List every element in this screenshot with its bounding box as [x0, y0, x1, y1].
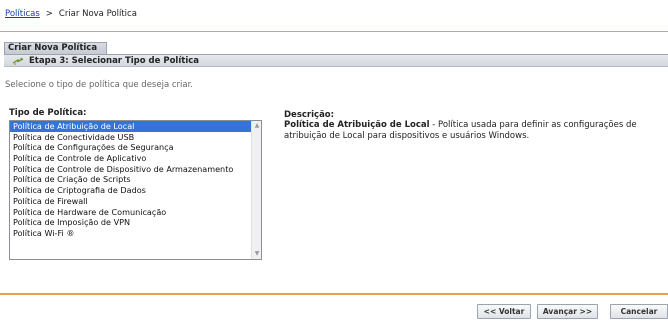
footer-divider: [0, 293, 668, 295]
step-header: Etapa 3: Selecionar Tipo de Política: [4, 54, 668, 67]
policy-type-option[interactable]: Política de Configurações de Segurança: [10, 142, 261, 153]
policy-type-option[interactable]: Política de Hardware de Comunicação: [10, 207, 261, 218]
title-divider: [0, 31, 668, 32]
policy-type-option[interactable]: Política de Criação de Scripts: [10, 174, 261, 185]
policy-type-option[interactable]: Política de Conectividade USB: [10, 132, 261, 143]
listbox-scrollbar[interactable]: ▲ ▼: [251, 121, 261, 259]
breadcrumb-link-policies[interactable]: Políticas: [5, 9, 40, 19]
policy-type-option[interactable]: Política de Imposição de VPN: [10, 217, 261, 228]
breadcrumb: Políticas > Criar Nova Política: [5, 9, 137, 19]
policy-type-option[interactable]: Política de Atribuição de Local: [10, 121, 261, 132]
description-policy-name: Política de Atribuição de Local: [284, 120, 430, 130]
breadcrumb-separator: >: [45, 9, 53, 19]
instruction-text: Selecione o tipo de política que deseja …: [5, 80, 194, 90]
scroll-up-icon[interactable]: ▲: [252, 121, 261, 131]
policy-type-option[interactable]: Política Wi-Fi ®: [10, 228, 261, 239]
step-title: Etapa 3: Selecionar Tipo de Política: [29, 56, 200, 66]
policy-type-option[interactable]: Política de Criptografia de Dados: [10, 185, 261, 196]
scroll-down-icon[interactable]: ▼: [252, 249, 261, 259]
policy-type-option[interactable]: Política de Firewall: [10, 196, 261, 207]
policy-type-option[interactable]: Política de Controle de Aplicativo: [10, 153, 261, 164]
breadcrumb-current: Criar Nova Política: [58, 9, 137, 19]
back-button[interactable]: << Voltar: [477, 304, 531, 319]
description-text: Política de Atribuição de Local - Políti…: [284, 120, 644, 142]
policy-type-option[interactable]: Política de Controle de Dispositivo de A…: [10, 164, 261, 175]
wizard-arrow-icon: [12, 57, 24, 65]
policy-type-label: Tipo de Política:: [9, 108, 87, 118]
description-label: Descrição:: [284, 110, 335, 120]
policy-type-listbox[interactable]: Política de Atribuição de Local Política …: [9, 120, 262, 260]
policy-type-list: Política de Atribuição de Local Política …: [10, 121, 261, 239]
cancel-button[interactable]: Cancelar: [610, 304, 668, 319]
next-button[interactable]: Avançar >>: [537, 304, 598, 319]
panel-title: Criar Nova Política: [4, 42, 107, 54]
